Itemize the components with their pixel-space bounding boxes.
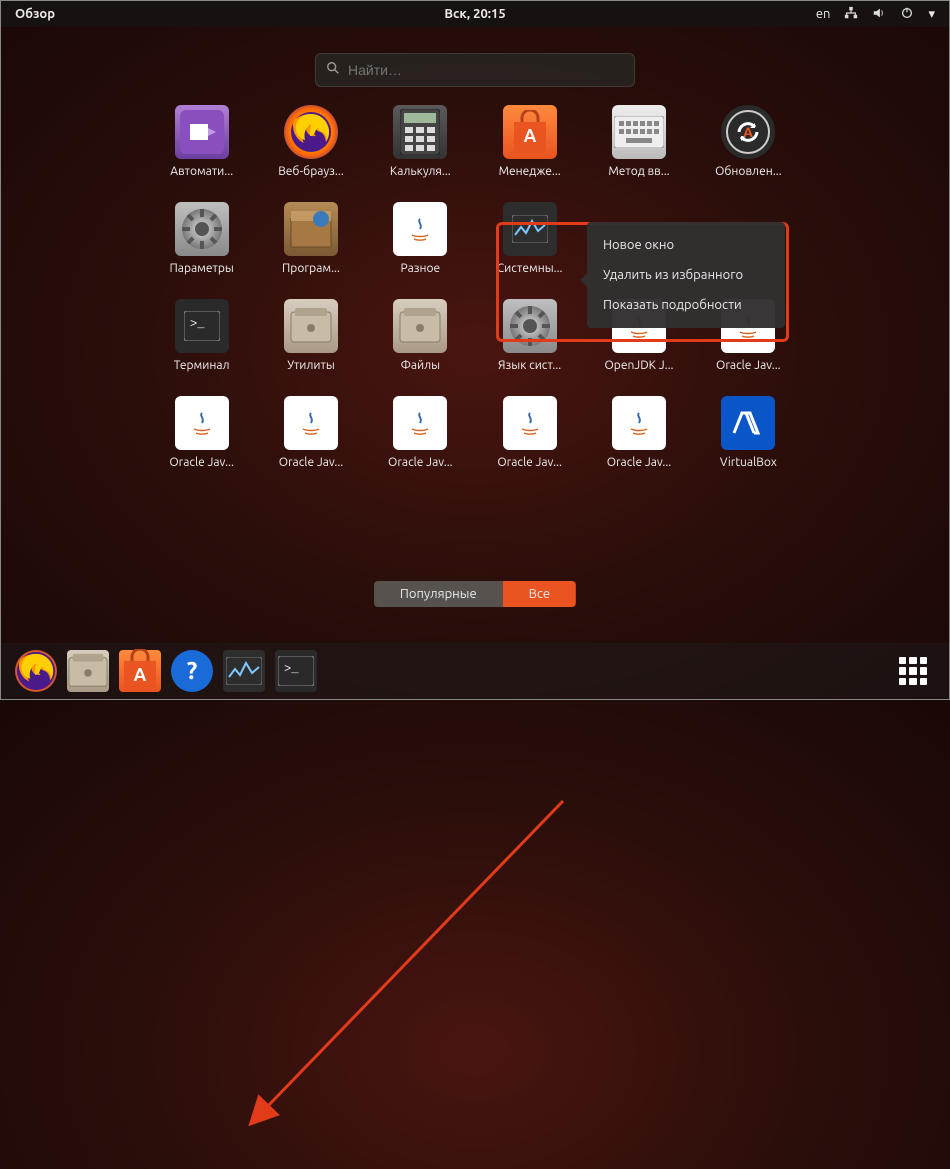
app-oracle-java-6[interactable]: Oracle Jav...: [592, 396, 685, 469]
language-indicator[interactable]: en: [816, 7, 831, 21]
app-label: Калькуля...: [390, 165, 451, 178]
context-menu: Новое окноУдалить из избранногоПоказать …: [587, 222, 785, 328]
app-label: Oracle Jav...: [388, 456, 453, 469]
app-label: Утилиты: [287, 359, 335, 372]
app-web-browser-icon: [284, 105, 338, 159]
app-label: Файлы: [401, 359, 440, 372]
app-oracle-java-6-icon: [612, 396, 666, 450]
folder-misc[interactable]: Разное: [374, 202, 467, 275]
search-bar[interactable]: [315, 53, 635, 87]
view-tabs: Популярные Все: [374, 581, 576, 607]
app-label: Автомати...: [170, 165, 233, 178]
app-label: VirtualBox: [720, 456, 777, 469]
svg-text:>_: >_: [190, 317, 205, 331]
app-input-method-icon: [612, 105, 666, 159]
app-input-method[interactable]: Метод вв...: [592, 105, 685, 178]
app-label: Менедже...: [499, 165, 561, 178]
app-label: Oracle Jav...: [716, 359, 781, 372]
app-oracle-java-4-icon: [393, 396, 447, 450]
app-label: Oracle Jav...: [497, 456, 562, 469]
app-label: Язык сист...: [498, 359, 561, 372]
app-label: Параметры: [170, 262, 234, 275]
app-oracle-java-2-icon: [175, 396, 229, 450]
folder-misc-icon: [393, 202, 447, 256]
app-files-icon: [393, 299, 447, 353]
app-calculator[interactable]: Калькуля...: [374, 105, 467, 178]
app-label: Веб-брауз...: [278, 165, 344, 178]
dock-firefox[interactable]: [15, 650, 57, 692]
volume-icon[interactable]: [872, 6, 886, 23]
annotation-arrow: [1, 469, 950, 1169]
tab-popular[interactable]: Популярные: [374, 581, 503, 607]
svg-text:A: A: [743, 124, 753, 140]
svg-text:?: ?: [187, 657, 198, 684]
folder-utils-icon: [284, 299, 338, 353]
app-updates-icon: A: [721, 105, 775, 159]
app-software-icon: [284, 202, 338, 256]
dock-system-monitor[interactable]: [223, 650, 265, 692]
app-oracle-java-5-icon: [503, 396, 557, 450]
app-terminal[interactable]: >_ Терминал: [155, 299, 248, 372]
app-label: Oracle Jav...: [169, 456, 234, 469]
app-label: Метод вв...: [608, 165, 669, 178]
app-autostart-icon: [175, 105, 229, 159]
dock-files[interactable]: [67, 650, 109, 692]
app-settings[interactable]: Параметры: [155, 202, 248, 275]
svg-text:A: A: [523, 126, 536, 146]
app-web-browser[interactable]: Веб-брауз...: [264, 105, 357, 178]
app-label: OpenJDK J...: [604, 359, 673, 372]
app-files[interactable]: Файлы: [374, 299, 467, 372]
app-label: Oracle Jav...: [279, 456, 344, 469]
app-label: Терминал: [174, 359, 230, 372]
app-calculator-icon: [393, 105, 447, 159]
app-oracle-java-3[interactable]: Oracle Jav...: [264, 396, 357, 469]
app-label: Oracle Jav...: [607, 456, 672, 469]
dock-software[interactable]: A: [119, 650, 161, 692]
network-icon[interactable]: [844, 6, 858, 23]
search-input[interactable]: [348, 62, 624, 78]
chevron-down-icon: ▾: [928, 7, 935, 22]
app-label: Разное: [401, 262, 441, 275]
activities-button[interactable]: Обзор: [15, 7, 55, 21]
ctx-remove-favorite[interactable]: Удалить из избранного: [587, 260, 785, 290]
svg-text:>_: >_: [284, 662, 299, 676]
app-oracle-java-5[interactable]: Oracle Jav...: [483, 396, 576, 469]
clock[interactable]: Вск, 20:15: [444, 7, 505, 21]
show-apps-button[interactable]: [893, 651, 933, 691]
app-virtualbox[interactable]: VirtualBox: [702, 396, 795, 469]
app-virtualbox-icon: [721, 396, 775, 450]
svg-text:A: A: [134, 665, 147, 685]
tab-all[interactable]: Все: [503, 581, 576, 607]
app-label: Обновлен...: [715, 165, 782, 178]
ctx-show-details[interactable]: Показать подробности: [587, 290, 785, 320]
app-software[interactable]: Програм...: [264, 202, 357, 275]
app-oracle-java-4[interactable]: Oracle Jav...: [374, 396, 467, 469]
dock: A? >_: [1, 643, 949, 699]
app-manager-icon: A: [503, 105, 557, 159]
app-oracle-java-2[interactable]: Oracle Jav...: [155, 396, 248, 469]
top-bar: Обзор Вск, 20:15 en ▾: [1, 1, 949, 27]
app-autostart[interactable]: Автомати...: [155, 105, 248, 178]
app-label: Програм...: [282, 262, 340, 275]
app-settings-icon: [175, 202, 229, 256]
ctx-new-window[interactable]: Новое окно: [587, 230, 785, 260]
dock-terminal[interactable]: >_: [275, 650, 317, 692]
dock-help[interactable]: ?: [171, 650, 213, 692]
folder-utils[interactable]: Утилиты: [264, 299, 357, 372]
app-oracle-java-3-icon: [284, 396, 338, 450]
app-updates[interactable]: A Обновлен...: [702, 105, 795, 178]
app-terminal-icon: >_: [175, 299, 229, 353]
app-manager[interactable]: A Менедже...: [483, 105, 576, 178]
search-icon: [326, 61, 340, 79]
power-icon[interactable]: [900, 6, 914, 23]
